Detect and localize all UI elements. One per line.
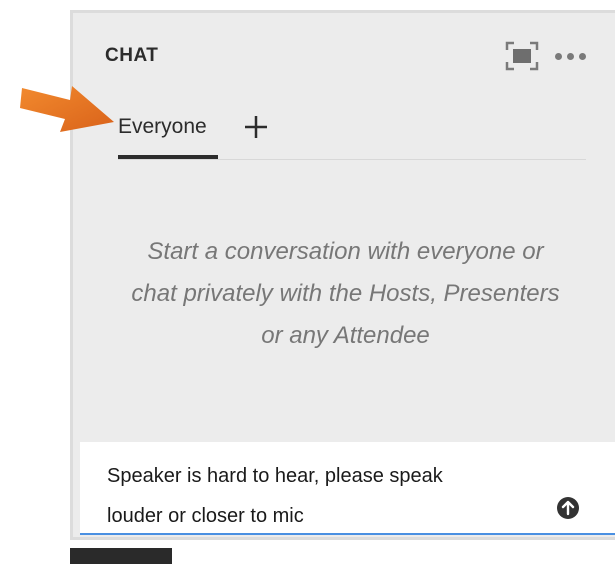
empty-state-line: or any Attendee <box>261 322 430 349</box>
app-stage: CHAT Everyone Start a conversation with … <box>0 0 615 564</box>
orange-pointer-arrow-icon <box>20 66 116 136</box>
dot <box>555 52 562 60</box>
empty-state-line: Start a conversation with everyone or <box>147 238 544 265</box>
dot <box>567 52 574 60</box>
dot <box>579 52 586 60</box>
plus-icon[interactable] <box>241 112 271 142</box>
tabs-divider <box>118 159 586 160</box>
maximize-icon[interactable] <box>505 41 539 71</box>
panel-title: CHAT <box>105 45 159 66</box>
send-arrow-up-icon[interactable] <box>556 496 580 520</box>
tab-label: Everyone <box>118 115 207 138</box>
more-options-icon[interactable] <box>555 46 595 66</box>
empty-state-message: Start a conversation with everyone or ch… <box>93 231 598 357</box>
message-input[interactable]: Speaker is hard to hear, please speak lo… <box>107 456 547 536</box>
message-composer[interactable]: Speaker is hard to hear, please speak lo… <box>80 442 615 535</box>
tab-everyone[interactable]: Everyone <box>118 111 218 159</box>
empty-state-line: chat privately with the Hosts, Presenter… <box>131 280 560 307</box>
dark-edge-block <box>70 548 172 564</box>
